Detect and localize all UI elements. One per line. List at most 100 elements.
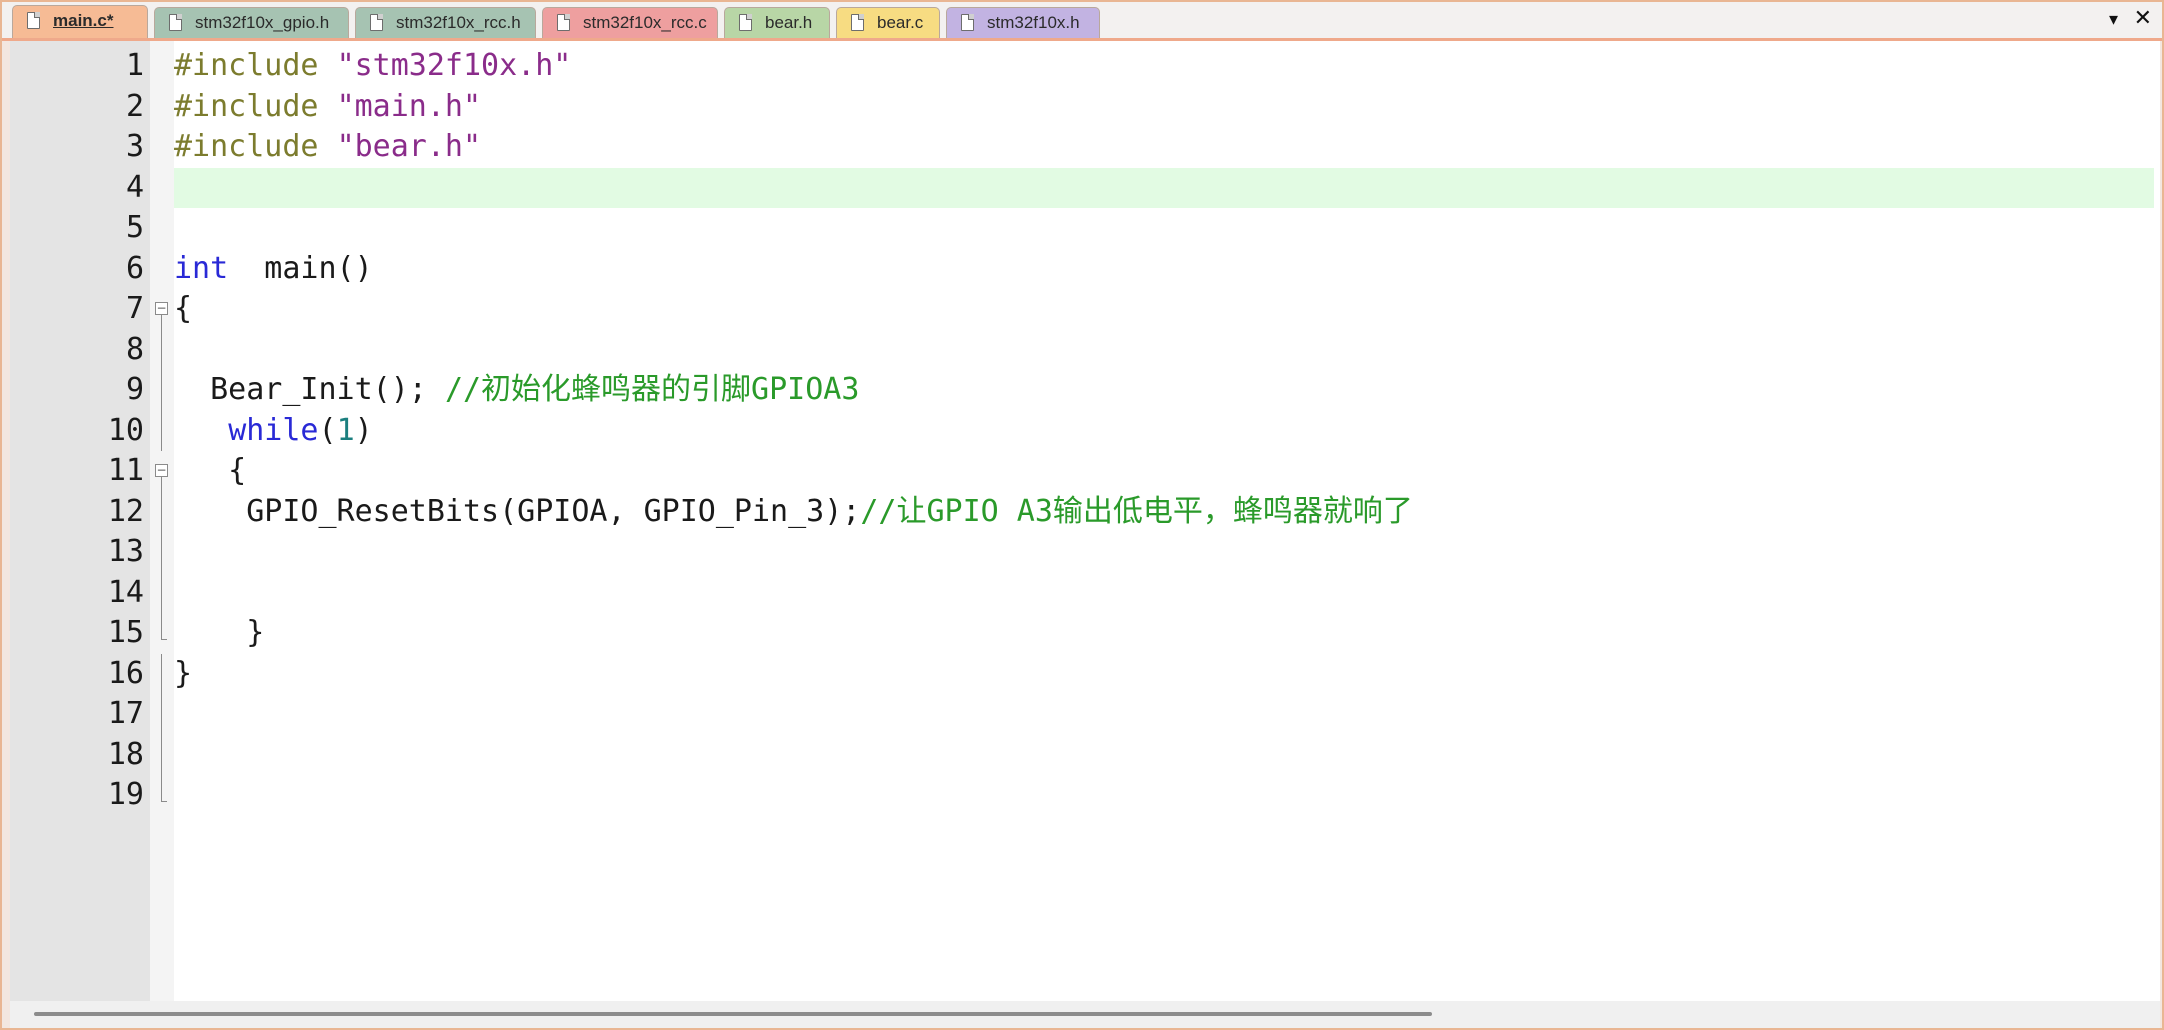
tab-stm32f10x-rcc-c[interactable]: stm32f10x_rcc.c bbox=[542, 7, 718, 38]
fold-toggle-icon[interactable]: − bbox=[154, 451, 170, 492]
tab-stm32f10x-h[interactable]: stm32f10x.h bbox=[946, 7, 1100, 38]
line-number: 6 bbox=[125, 250, 144, 286]
code-token: "main.h" bbox=[336, 88, 482, 124]
line-number: 19 bbox=[107, 777, 144, 812]
code-line[interactable]: 15 } bbox=[10, 613, 2160, 654]
editor-window: ▾ ✕ main.c* stm32f10x_gpio.h stm32f10x_rcc… bbox=[0, 0, 2164, 1030]
code-token: ( bbox=[318, 412, 337, 448]
code-line[interactable]: 8 bbox=[10, 329, 2160, 370]
code-line[interactable]: 1 #include "stm32f10x.h" bbox=[10, 46, 2160, 87]
code-text: #include "stm32f10x.h" bbox=[174, 46, 2154, 87]
fold-toggle-icon[interactable]: − bbox=[154, 289, 170, 330]
code-token: //让GPIO A3输出低电平，蜂鸣器就响了 bbox=[860, 493, 1413, 529]
fold-line bbox=[154, 653, 170, 694]
tab-label: main.c* bbox=[53, 11, 114, 30]
fold-line bbox=[154, 532, 170, 573]
fold-line bbox=[154, 410, 170, 451]
fold-line bbox=[154, 491, 170, 532]
fold-end bbox=[154, 775, 170, 816]
line-number: 18 bbox=[107, 736, 144, 772]
fold-end bbox=[154, 613, 170, 654]
code-text: #include "bear.h" bbox=[174, 127, 2154, 168]
code-token: #include bbox=[174, 88, 337, 124]
code-line[interactable]: 2 #include "main.h" bbox=[10, 87, 2160, 128]
code-line[interactable]: 16} bbox=[10, 653, 2160, 695]
tab-bar: ▾ ✕ main.c* stm32f10x_gpio.h stm32f10x_rcc… bbox=[2, 2, 2162, 41]
code-line[interactable]: 5 bbox=[10, 208, 2160, 249]
line-number: 10 bbox=[107, 412, 144, 448]
close-tab-icon[interactable]: ✕ bbox=[2134, 4, 2152, 34]
code-line[interactable]: 14 bbox=[10, 572, 2160, 613]
code-token: ) bbox=[354, 412, 373, 448]
code-line[interactable]: 17 bbox=[10, 694, 2160, 735]
line-number: 7 bbox=[125, 291, 144, 326]
line-number: 17 bbox=[107, 696, 144, 731]
code-text: } bbox=[174, 654, 2154, 695]
file-icon bbox=[169, 14, 182, 31]
code-token: 1 bbox=[336, 412, 355, 448]
code-token: int bbox=[174, 250, 229, 286]
code-line[interactable]: 6 int main() bbox=[10, 249, 2160, 290]
code-line[interactable]: 9 Bear_Init(); //初始化蜂鸣器的引脚GPIOA3 bbox=[10, 370, 2160, 411]
line-number: 4 bbox=[125, 169, 144, 205]
tab-label: stm32f10x.h bbox=[987, 13, 1080, 32]
file-icon bbox=[851, 14, 864, 31]
code-line[interactable]: 18 bbox=[10, 734, 2160, 775]
code-line[interactable]: 3 #include "bear.h" bbox=[10, 127, 2160, 168]
line-number: 9 bbox=[125, 372, 144, 407]
code-line[interactable]: 11− { bbox=[10, 451, 2160, 492]
code-token: #include bbox=[174, 48, 337, 83]
line-number: 14 bbox=[107, 574, 144, 610]
code-token: Bear_Init(); bbox=[174, 372, 445, 407]
code-line[interactable]: 19 bbox=[10, 775, 2160, 816]
code-text: #include "main.h" bbox=[174, 87, 2154, 128]
tab-stm32f10x-rcc-h[interactable]: stm32f10x_rcc.h bbox=[355, 7, 536, 38]
code-line[interactable]: 4 bbox=[10, 167, 2160, 208]
code-token: #include bbox=[174, 129, 337, 164]
code-token: main() bbox=[228, 250, 373, 286]
line-number: 1 bbox=[125, 48, 144, 83]
code-text bbox=[174, 167, 2154, 208]
tab-main-c[interactable]: main.c* bbox=[12, 5, 148, 38]
line-number: 11 bbox=[107, 453, 144, 488]
tab-bear-c[interactable]: bear.c bbox=[836, 7, 940, 38]
code-line[interactable]: 12 GPIO_ResetBits(GPIOA, GPIO_Pin_3);//让… bbox=[10, 491, 2160, 533]
code-text: while(1) bbox=[174, 411, 2154, 452]
fold-line bbox=[154, 370, 170, 411]
code-line[interactable]: 10 while(1) bbox=[10, 410, 2160, 452]
file-icon bbox=[557, 14, 570, 31]
code-text: } bbox=[174, 613, 2154, 654]
code-text: GPIO_ResetBits(GPIOA, GPIO_Pin_3);//让GPI… bbox=[174, 492, 2154, 533]
code-text: { bbox=[174, 289, 2154, 330]
tab-list-dropdown-icon[interactable]: ▾ bbox=[2109, 6, 2118, 34]
code-line[interactable]: 13 bbox=[10, 532, 2160, 573]
code-line[interactable]: 7−{ bbox=[10, 289, 2160, 330]
code-token: { bbox=[174, 453, 247, 488]
code-token: { bbox=[174, 291, 193, 326]
file-icon bbox=[370, 14, 383, 31]
horizontal-scrollbar[interactable] bbox=[10, 1001, 2160, 1028]
code-editor[interactable]: 1 #include "stm32f10x.h" 2 #include "main.h… bbox=[10, 41, 2160, 1001]
code-token: while bbox=[228, 412, 319, 448]
tab-bear-h[interactable]: bear.h bbox=[724, 7, 830, 38]
code-token: } bbox=[174, 655, 193, 691]
code-token: GPIO_ResetBits(GPIOA, GPIO_Pin_3); bbox=[174, 493, 861, 529]
line-number: 8 bbox=[125, 331, 144, 367]
horizontal-scrollbar-thumb[interactable] bbox=[34, 1012, 1432, 1016]
code-token: "bear.h" bbox=[336, 129, 482, 164]
tab-label: stm32f10x_gpio.h bbox=[195, 13, 330, 32]
file-icon bbox=[961, 14, 974, 31]
fold-line bbox=[154, 694, 170, 735]
tab-stm32f10x-gpio-h[interactable]: stm32f10x_gpio.h bbox=[154, 7, 349, 38]
tab-label: bear.h bbox=[765, 13, 813, 32]
code-lines: 1 #include "stm32f10x.h" 2 #include "main.h… bbox=[10, 46, 2160, 816]
file-icon bbox=[27, 12, 40, 29]
code-text: { bbox=[174, 451, 2154, 492]
tab-label: stm32f10x_rcc.c bbox=[583, 13, 707, 32]
fold-line bbox=[154, 329, 170, 370]
line-number: 3 bbox=[125, 129, 144, 164]
